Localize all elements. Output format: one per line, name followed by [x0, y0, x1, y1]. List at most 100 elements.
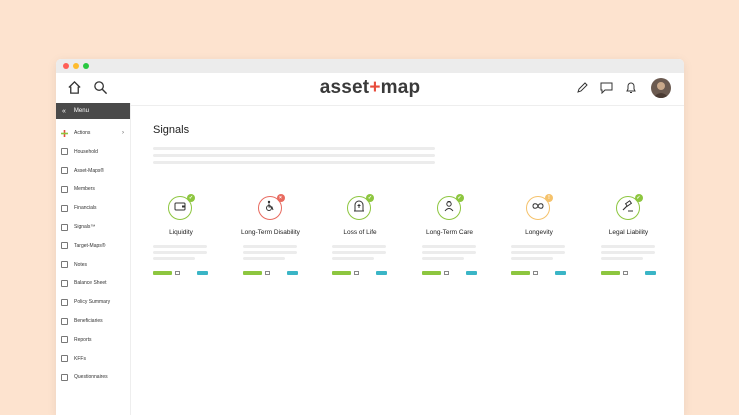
check-badge-icon: ✓: [634, 194, 643, 202]
signal-name: Long-Term Care: [426, 229, 473, 236]
signal-status-bar: [153, 271, 172, 275]
signal-detail-button[interactable]: [465, 271, 477, 275]
app-window: asset+map « Menu Actions › Household Asset-…: [56, 59, 684, 415]
signal-card[interactable]: ✓ Legal Liability: [599, 194, 659, 276]
page-title: Signals: [153, 124, 190, 136]
pencil-icon[interactable]: [576, 82, 588, 94]
menu-label: Menu: [73, 108, 89, 114]
signal-card[interactable]: ✓ Loss of Life: [330, 194, 390, 276]
sidebar-item[interactable]: Beneficiaries: [56, 314, 130, 328]
sidebar-item[interactable]: Financials: [56, 201, 130, 215]
sidebar-item[interactable]: Notes: [56, 258, 130, 272]
check-badge-icon: ✓: [366, 194, 374, 202]
policy-icon: [61, 298, 68, 306]
signal-detail-button[interactable]: [197, 271, 208, 275]
document-icon[interactable]: [175, 271, 180, 275]
main-content: Signals ✓ Liquidity × Long-Term Disability ✓…: [131, 103, 684, 415]
sidebar-item-label: Balance Sheet: [74, 280, 107, 287]
infinity-icon: [531, 199, 545, 218]
check-badge-icon: ✓: [455, 194, 464, 202]
signal-card[interactable]: ✓ Liquidity: [151, 194, 211, 276]
placeholder-line: [600, 251, 655, 254]
signal-status-bar: [511, 271, 530, 275]
collapse-menu-icon[interactable]: «: [62, 108, 66, 115]
clipboard-icon: [61, 373, 68, 381]
reports-icon: [61, 336, 68, 344]
placeholder-line: [153, 147, 435, 150]
sidebar-item[interactable]: Household: [56, 145, 130, 159]
sidebar-item[interactable]: Actions ›: [56, 126, 130, 140]
placeholder-line: [153, 251, 207, 254]
placeholder-line: [332, 251, 386, 254]
user-avatar[interactable]: [651, 78, 671, 98]
sidebar-item[interactable]: Asset-Maps®: [56, 164, 130, 178]
sidebar-item-label: Signals™: [74, 224, 96, 230]
signal-status-bar: [421, 271, 441, 275]
signal-status-bar: [600, 271, 620, 275]
plus-icon: [61, 129, 68, 137]
money-icon: [61, 204, 68, 212]
placeholder-line: [332, 245, 386, 248]
sidebar-item[interactable]: Balance Sheet: [56, 276, 130, 290]
menu-header[interactable]: « Menu: [56, 103, 130, 119]
chat-icon[interactable]: [600, 82, 613, 94]
signal-detail-button[interactable]: [376, 271, 387, 275]
signal-name: Loss of Life: [343, 229, 377, 236]
sidebar-item-label: Policy Summary: [74, 299, 111, 306]
document-icon[interactable]: [264, 271, 270, 275]
placeholder-line: [511, 257, 553, 260]
signal-detail-button[interactable]: [555, 271, 566, 275]
signal-detail-button[interactable]: [286, 271, 298, 275]
signal-name: Long-Term Disability: [241, 229, 300, 236]
sidebar-item[interactable]: Target-Maps®: [56, 239, 130, 253]
sidebar: « Menu Actions › Household Asset-Maps® Membe…: [56, 103, 131, 415]
sidebar-item-label: Members: [74, 186, 95, 193]
signal-name: Liquidity: [169, 229, 193, 236]
close-window-button[interactable]: [63, 63, 69, 69]
map-icon: [61, 167, 68, 175]
sidebar-item[interactable]: Reports: [56, 333, 130, 347]
top-navigation-bar: asset+map: [56, 73, 684, 106]
placeholder-line: [600, 245, 655, 248]
sidebar-item[interactable]: Members: [56, 182, 130, 196]
sidebar-item-label: Reports: [74, 336, 92, 343]
document-icon[interactable]: [354, 271, 359, 275]
signal-name: Longevity: [525, 229, 553, 236]
signal-detail-button[interactable]: [644, 271, 656, 275]
minimize-window-button[interactable]: [73, 63, 79, 69]
notes-icon: [61, 261, 68, 269]
wallet-icon: [173, 199, 187, 218]
beneficiaries-icon: [61, 317, 68, 325]
sidebar-item[interactable]: Questionnaires: [56, 370, 130, 384]
wheelchair-icon: [263, 199, 277, 218]
sidebar-item[interactable]: Policy Summary: [56, 295, 130, 309]
sidebar-item[interactable]: Signals™: [56, 220, 130, 234]
document-icon[interactable]: [622, 271, 628, 275]
alert-badge-icon: ×: [276, 194, 285, 202]
placeholder-line: [153, 257, 195, 260]
asset-map-logo: asset+map: [319, 77, 421, 98]
sidebar-item[interactable]: KFFs: [56, 352, 130, 366]
document-icon[interactable]: [443, 271, 449, 275]
document-icon[interactable]: [533, 271, 538, 275]
placeholder-line: [511, 245, 565, 248]
placeholder-line: [242, 245, 297, 248]
placeholder-line: [153, 161, 435, 164]
shield-icon: [61, 223, 68, 231]
signal-card[interactable]: ! Longevity: [509, 194, 569, 276]
placeholder-line: [332, 257, 374, 260]
signal-name: Legal Liability: [608, 229, 649, 236]
sidebar-item-label: Actions: [74, 130, 91, 136]
signal-card[interactable]: × Long-Term Disability: [241, 194, 301, 276]
signal-card[interactable]: ✓ Long-Term Care: [420, 194, 480, 276]
sidebar-item-label: Questionnaires: [74, 374, 108, 381]
placeholder-line: [153, 245, 207, 248]
bell-icon[interactable]: [625, 81, 637, 94]
sidebar-item-label: Beneficiaries: [74, 318, 103, 324]
check-badge-icon: ✓: [187, 194, 195, 202]
chevron-right-icon: ›: [122, 130, 124, 136]
sidebar-item-label: Financials: [74, 205, 97, 212]
caregiver-icon: [442, 199, 456, 218]
placeholder-line: [421, 245, 476, 248]
maximize-window-button[interactable]: [83, 63, 89, 69]
